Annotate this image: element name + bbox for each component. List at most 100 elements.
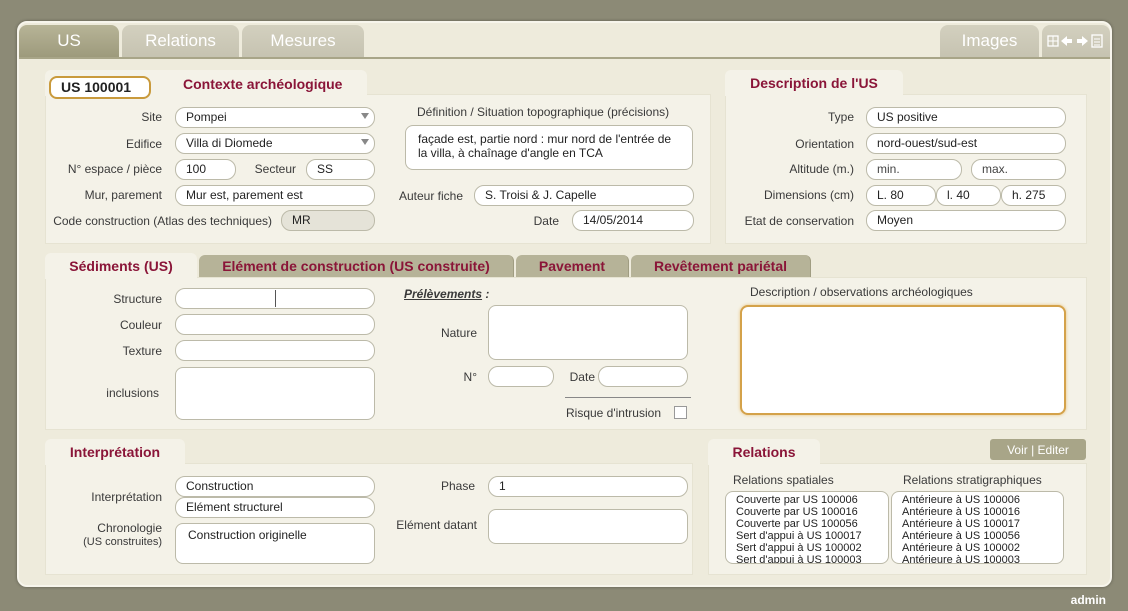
description-us-tab: Description de l'US <box>725 70 903 96</box>
list-item[interactable]: Antérieure à US 100002 <box>902 542 1053 554</box>
tab-us[interactable]: US <box>19 25 119 57</box>
list-item[interactable]: Antérieure à US 100006 <box>902 494 1053 506</box>
edifice-select[interactable]: Villa di Diomede <box>175 133 375 154</box>
site-value: Pompei <box>186 110 227 124</box>
dimensions-label: Dimensions (cm) <box>763 188 854 202</box>
auteur-label: Auteur fiche <box>398 189 463 203</box>
orientation-field[interactable]: nord-ouest/sud-est <box>866 133 1066 154</box>
chronologie-sublabel: (US construites) <box>83 536 162 548</box>
phase-field[interactable]: 1 <box>488 476 688 497</box>
tab-sediments[interactable]: Sédiments (US) <box>45 253 197 279</box>
tab-pavement[interactable]: Pavement <box>516 255 629 277</box>
list-item[interactable]: Couverte par US 100006 <box>736 494 878 506</box>
text-cursor <box>275 290 276 307</box>
tab-element-construction[interactable]: Elément de construction (US construite) <box>199 255 514 277</box>
prelevements-heading: Prélèvements : <box>404 287 489 301</box>
dimension-width-field[interactable]: l. 40 <box>936 185 1001 206</box>
separator-line <box>565 397 691 398</box>
risque-checkbox[interactable] <box>674 406 687 419</box>
tab-pavement-label: Pavement <box>538 258 606 274</box>
tab-bar-divider <box>19 57 1110 59</box>
list-item[interactable]: Antérieure à US 100056 <box>902 530 1053 542</box>
us-id-field[interactable]: US 100001 <box>49 76 151 99</box>
edifice-value: Villa di Diomede <box>186 136 273 150</box>
list-item[interactable]: Sert d'appui à US 100017 <box>736 530 878 542</box>
list-item[interactable]: Sert d'appui à US 100002 <box>736 542 878 554</box>
nature-field[interactable] <box>488 305 688 360</box>
list-item[interactable]: Antérieure à US 100016 <box>902 506 1053 518</box>
texture-label: Texture <box>122 344 162 358</box>
interpretation-title: Interprétation <box>69 444 161 460</box>
observations-field[interactable] <box>740 305 1066 415</box>
record-nav <box>1042 25 1110 57</box>
relations-strati-label: Relations stratigraphiques <box>903 473 1042 487</box>
tab-revetement-label: Revêtement pariétal <box>653 258 788 274</box>
voir-editer-button[interactable]: Voir | Editer <box>990 439 1086 460</box>
mur-field[interactable]: Mur est, parement est <box>175 185 375 206</box>
espace-field[interactable]: 100 <box>175 159 236 180</box>
type-label: Type <box>827 110 854 124</box>
description-us-title: Description de l'US <box>750 75 878 91</box>
tab-relations[interactable]: Relations <box>122 25 239 57</box>
record-nav-icons <box>1047 34 1103 48</box>
espace-label: N° espace / pièce <box>67 162 162 176</box>
element-datant-field[interactable] <box>488 509 688 544</box>
couleur-field[interactable] <box>175 314 375 335</box>
tab-sediments-label: Sédiments (US) <box>69 258 173 274</box>
etat-field[interactable]: Moyen <box>866 210 1066 231</box>
list-item[interactable]: Antérieure à US 100003 <box>902 554 1053 563</box>
structure-field[interactable] <box>175 288 375 309</box>
relations-spatiales-list[interactable]: Couverte par US 100006 Couverte par US 1… <box>725 491 889 564</box>
list-item[interactable]: Couverte par US 100056 <box>736 518 878 530</box>
list-item[interactable]: Couverte par US 100016 <box>736 506 878 518</box>
grid-icon[interactable] <box>1047 35 1059 47</box>
interpretation-field-2[interactable]: Elément structurel <box>175 497 375 518</box>
tab-mesures-label: Mesures <box>270 31 336 50</box>
secteur-field[interactable]: SS <box>306 159 375 180</box>
numero-label: N° <box>463 370 477 384</box>
dimension-length-field[interactable]: L. 80 <box>866 185 936 206</box>
code-field[interactable]: MR <box>281 210 375 231</box>
tab-revetement[interactable]: Revêtement pariétal <box>631 255 811 277</box>
inclusions-label: inclusions <box>106 386 159 400</box>
type-field[interactable]: US positive <box>866 107 1066 128</box>
orientation-label: Orientation <box>795 137 854 151</box>
etat-label: Etat de conservation <box>744 214 854 228</box>
list-item[interactable]: Antérieure à US 100017 <box>902 518 1053 530</box>
relations-strati-list[interactable]: Antérieure à US 100006 Antérieure à US 1… <box>891 491 1064 564</box>
document-icon[interactable] <box>1091 34 1103 48</box>
altitude-max-field[interactable]: max. <box>971 159 1066 180</box>
tab-relations-label: Relations <box>145 31 216 50</box>
interpretation-field-1[interactable]: Construction <box>175 476 375 497</box>
date-field[interactable]: 14/05/2014 <box>572 210 694 231</box>
inclusions-field[interactable] <box>175 367 375 420</box>
risque-label: Risque d'intrusion <box>565 406 661 420</box>
chronologie-label: Chronologie <box>97 521 162 535</box>
date-label: Date <box>533 214 559 228</box>
code-label: Code construction (Atlas des techniques) <box>53 214 272 228</box>
chevron-down-icon <box>361 113 369 119</box>
prelevement-date-field[interactable] <box>598 366 688 387</box>
numero-field[interactable] <box>488 366 554 387</box>
altitude-min-field[interactable]: min. <box>866 159 962 180</box>
tab-images-label: Images <box>961 31 1018 50</box>
mur-label: Mur, parement <box>84 188 162 202</box>
couleur-label: Couleur <box>119 318 162 332</box>
altitude-label: Altitude (m.) <box>789 162 854 176</box>
relations-tab: Relations <box>708 439 820 465</box>
arrow-left-icon[interactable] <box>1061 36 1072 46</box>
tab-images[interactable]: Images <box>940 25 1039 57</box>
prelevements-label: Prélèvements <box>404 287 483 301</box>
element-datant-label: Elément datant <box>396 518 477 532</box>
arrow-right-icon[interactable] <box>1077 36 1088 46</box>
site-select[interactable]: Pompei <box>175 107 375 128</box>
interpretation-label: Interprétation <box>91 490 162 504</box>
nature-label: Nature <box>440 326 477 340</box>
dimension-height-field[interactable]: h. 275 <box>1001 185 1066 206</box>
tab-mesures[interactable]: Mesures <box>242 25 364 57</box>
texture-field[interactable] <box>175 340 375 361</box>
chronologie-field[interactable]: Construction originelle <box>175 523 375 564</box>
definition-field[interactable]: façade est, partie nord : mur nord de l'… <box>405 125 693 170</box>
list-item[interactable]: Sert d'appui à US 100003 <box>736 554 878 563</box>
auteur-field[interactable]: S. Troisi & J. Capelle <box>474 185 694 206</box>
